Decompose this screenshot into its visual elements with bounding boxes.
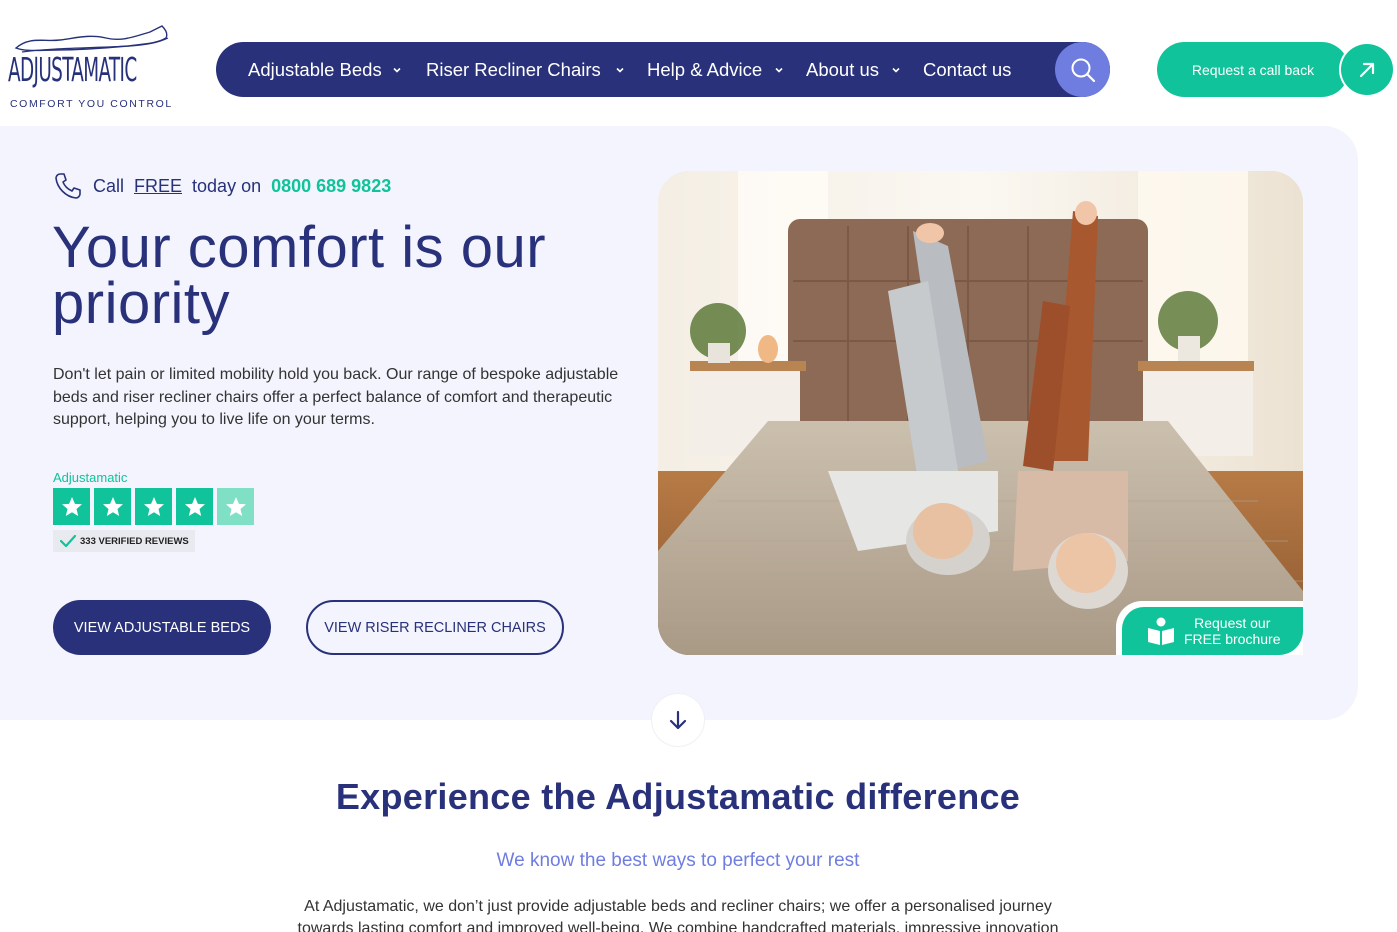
section-subtitle: We know the best ways to perfect your re… bbox=[496, 850, 860, 871]
phone-icon bbox=[55, 173, 81, 199]
nav-item-label: Help & Advice bbox=[647, 58, 763, 80]
hero-description: Don't let pain or limited mobility hold … bbox=[53, 366, 619, 428]
rating-stars[interactable] bbox=[53, 488, 254, 525]
book-reader-icon bbox=[1148, 617, 1174, 645]
nav-item-contact-us[interactable]: Contact us bbox=[923, 42, 1011, 97]
search-icon bbox=[1071, 58, 1095, 82]
brochure-label: Request our FREE brochure bbox=[1184, 615, 1280, 647]
section-title: Experience the Adjustamatic difference bbox=[335, 776, 1021, 817]
view-riser-recliner-chairs-button[interactable]: VIEW RISER RECLINER CHAIRS bbox=[306, 600, 564, 655]
nav-item-label: About us bbox=[806, 58, 880, 80]
search-button[interactable] bbox=[1055, 42, 1110, 97]
nav-item-label: Contact us bbox=[923, 58, 1012, 80]
call-mid: today on bbox=[192, 175, 262, 196]
rating-brand-label: Adjustamatic bbox=[53, 470, 128, 485]
brochure-line-2: FREE brochure bbox=[1184, 631, 1281, 647]
nav-item-label: Riser Recliner Chairs bbox=[426, 58, 601, 80]
check-icon bbox=[59, 534, 77, 548]
star-icon bbox=[53, 488, 90, 525]
nav-item-label: Adjustable Beds bbox=[248, 58, 382, 80]
callback-arrow-button[interactable] bbox=[1339, 42, 1395, 97]
request-callback-button[interactable]: Request a call back bbox=[1157, 42, 1349, 97]
logo-wordmark: ADJUSTAMATIC bbox=[8, 50, 137, 89]
nav-item-adjustable-beds[interactable]: Adjustable Beds bbox=[248, 42, 402, 97]
chevron-down-icon bbox=[775, 67, 783, 73]
hero-title: Your comfort is our priority bbox=[52, 215, 547, 336]
arrow-up-right-icon bbox=[1359, 62, 1375, 77]
scroll-down-button[interactable] bbox=[652, 694, 704, 746]
verified-reviews-label: 333 VERIFIED REVIEWS bbox=[80, 535, 189, 547]
main-nav: Adjustable Beds Riser Recliner Chairs He… bbox=[216, 42, 1110, 97]
call-prefix: Call bbox=[93, 175, 125, 196]
verified-reviews-badge[interactable]: 333 VERIFIED REVIEWS bbox=[53, 530, 195, 552]
call-free-link[interactable]: FREE bbox=[134, 176, 182, 197]
nav-item-about-us[interactable]: About us bbox=[806, 42, 901, 97]
brand-logo[interactable]: ADJUSTAMATIC COMFORT YOU CONTROL bbox=[8, 22, 173, 114]
nav-item-riser-recliner-chairs[interactable]: Riser Recliner Chairs bbox=[426, 42, 625, 97]
star-icon bbox=[135, 488, 172, 525]
section-body: At Adjustamatic, we don’t just provide a… bbox=[297, 898, 1059, 932]
phone-number-link[interactable]: 0800 689 9823 bbox=[271, 176, 391, 197]
star-icon bbox=[176, 488, 213, 525]
hero-photo bbox=[658, 171, 1303, 655]
chevron-down-icon bbox=[616, 67, 624, 73]
request-brochure-button[interactable]: Request our FREE brochure bbox=[1122, 607, 1303, 655]
arrow-down-icon bbox=[669, 710, 687, 730]
nav-item-help-advice[interactable]: Help & Advice bbox=[647, 42, 784, 97]
chevron-down-icon bbox=[892, 67, 900, 73]
brochure-line-1: Request our bbox=[1194, 615, 1271, 631]
hero-photo-illustration bbox=[658, 171, 1303, 655]
call-free-line: Call FREE today on 0800 689 9823 bbox=[53, 170, 391, 202]
star-half-icon bbox=[217, 488, 254, 525]
callback-label: Request a call back bbox=[1191, 61, 1315, 78]
view-adjustable-beds-button[interactable]: VIEW ADJUSTABLE BEDS bbox=[53, 600, 271, 655]
star-icon bbox=[94, 488, 131, 525]
logo-tagline: COMFORT YOU CONTROL bbox=[10, 98, 173, 110]
chevron-down-icon bbox=[393, 67, 401, 73]
